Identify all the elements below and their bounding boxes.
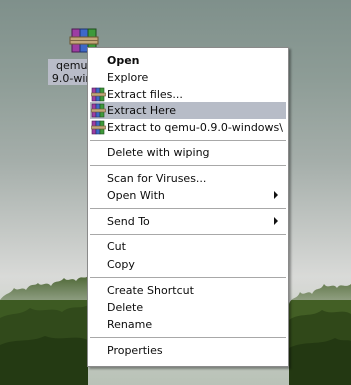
- menu-item-delete-with-wiping-label: Delete with wiping: [107, 146, 210, 159]
- menu-item-scan-for-viruses-label: Scan for Viruses...: [107, 172, 207, 185]
- menu-item-explore[interactable]: Explore: [90, 69, 286, 86]
- submenu-arrow-icon: [274, 217, 278, 225]
- menu-separator: [90, 234, 286, 235]
- menu-item-create-shortcut-label: Create Shortcut: [107, 284, 194, 297]
- menu-item-rename[interactable]: Rename: [90, 316, 286, 333]
- menu-item-cut-label: Cut: [107, 240, 126, 253]
- menu-item-explore-label: Explore: [107, 71, 149, 84]
- context-menu: Open Explore Extract files... Extract He…: [87, 47, 289, 367]
- menu-item-extract-here[interactable]: Extract Here: [90, 102, 286, 119]
- menu-item-properties-label: Properties: [107, 344, 163, 357]
- menu-item-open[interactable]: Open: [90, 52, 286, 69]
- menu-item-send-to-label: Send To: [107, 215, 150, 228]
- menu-separator: [90, 277, 286, 278]
- winrar-icon: [91, 120, 106, 135]
- submenu-arrow-icon: [274, 191, 278, 199]
- menu-separator: [90, 208, 286, 209]
- menu-item-delete[interactable]: Delete: [90, 299, 286, 316]
- menu-item-open-label: Open: [107, 54, 140, 67]
- winrar-icon: [91, 103, 106, 118]
- menu-separator: [90, 337, 286, 338]
- menu-item-extract-here-label: Extract Here: [107, 104, 176, 117]
- menu-item-delete-with-wiping[interactable]: Delete with wiping: [90, 144, 286, 161]
- desktop: qemu-0.9.0-windows Open Explore Extract …: [0, 0, 351, 385]
- menu-item-copy[interactable]: Copy: [90, 256, 286, 273]
- menu-item-extract-to[interactable]: Extract to qemu-0.9.0-windows\: [90, 119, 286, 136]
- menu-item-copy-label: Copy: [107, 258, 135, 271]
- menu-item-extract-files-label: Extract files...: [107, 88, 183, 101]
- menu-separator: [90, 140, 286, 141]
- menu-item-cut[interactable]: Cut: [90, 238, 286, 255]
- winrar-icon: [91, 87, 106, 102]
- menu-item-open-with-label: Open With: [107, 189, 165, 202]
- menu-item-delete-label: Delete: [107, 301, 144, 314]
- menu-item-rename-label: Rename: [107, 318, 153, 331]
- menu-item-create-shortcut[interactable]: Create Shortcut: [90, 282, 286, 299]
- menu-item-send-to[interactable]: Send To: [90, 213, 286, 230]
- menu-item-extract-files[interactable]: Extract files...: [90, 86, 286, 103]
- menu-item-scan-for-viruses[interactable]: Scan for Viruses...: [90, 170, 286, 187]
- menu-separator: [90, 165, 286, 166]
- menu-item-properties[interactable]: Properties: [90, 342, 286, 359]
- menu-item-open-with[interactable]: Open With: [90, 187, 286, 204]
- menu-item-extract-to-label: Extract to qemu-0.9.0-windows\: [107, 121, 283, 134]
